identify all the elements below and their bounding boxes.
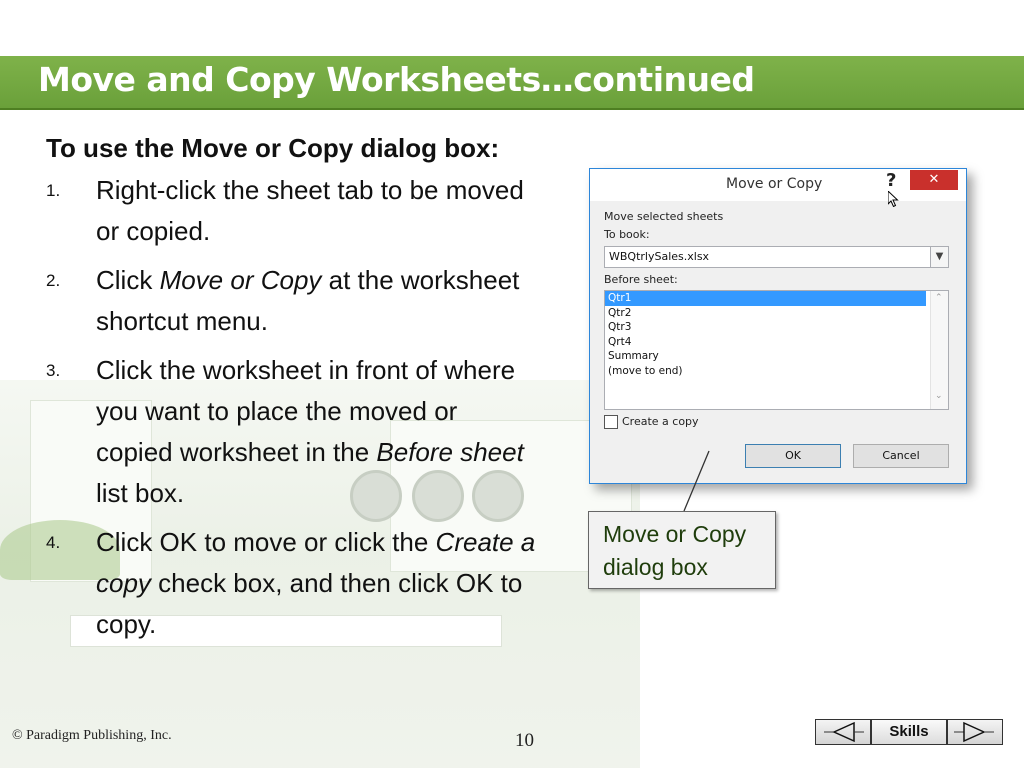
step-text: Click the worksheet in front of where yo… xyxy=(96,350,536,514)
to-book-dropdown[interactable]: WBQtrlySales.xlsx ▼ xyxy=(604,246,949,268)
step-number: 3. xyxy=(46,361,61,380)
mouse-pointer-icon xyxy=(888,191,899,207)
step-item: 4. Click OK to move or click the Create … xyxy=(46,522,536,645)
step-text-emphasis: Before sheet xyxy=(376,437,524,467)
step-number: 1. xyxy=(46,181,61,200)
previous-button[interactable] xyxy=(815,719,871,745)
skills-button[interactable]: Skills xyxy=(871,719,947,745)
chevron-down-icon[interactable]: ▼ xyxy=(930,247,948,267)
scroll-down-icon[interactable]: ⌄ xyxy=(935,391,943,401)
create-copy-label[interactable]: Create a copy xyxy=(622,415,699,428)
step-item: 1. Right-click the sheet tab to be moved… xyxy=(46,170,536,252)
step-text: Click Move or Copy at the worksheet shor… xyxy=(96,260,536,342)
step-text-part: list box. xyxy=(96,478,185,508)
cancel-button[interactable]: Cancel xyxy=(853,444,949,468)
list-item-summary[interactable]: Summary xyxy=(605,349,926,364)
slide-content: To use the Move or Copy dialog box: 1. R… xyxy=(46,128,536,653)
ok-button[interactable]: OK xyxy=(745,444,841,468)
page-number: 10 xyxy=(515,730,534,751)
list-item-qrt4[interactable]: Qrt4 xyxy=(605,335,926,350)
step-text-part: check box, and then click OK to copy. xyxy=(96,568,523,639)
list-item-move-to-end[interactable]: (move to end) xyxy=(605,364,926,379)
triangle-right-icon xyxy=(954,721,994,743)
next-button[interactable] xyxy=(947,719,1003,745)
move-selected-label: Move selected sheets xyxy=(604,210,724,223)
list-item-qtr3[interactable]: Qtr3 xyxy=(605,320,926,335)
help-button[interactable]: ? xyxy=(886,170,896,191)
before-sheet-listbox[interactable]: Qtr1 Qtr2 Qtr3 Qrt4 Summary (move to end… xyxy=(604,290,949,410)
to-book-value: WBQtrlySales.xlsx xyxy=(609,250,710,263)
slide-title: Move and Copy Worksheets…continued xyxy=(38,60,755,99)
list-item-qtr2[interactable]: Qtr2 xyxy=(605,306,926,321)
step-text-part: Click OK to move or click the xyxy=(96,527,436,557)
step-text-part: Click xyxy=(96,265,160,295)
scroll-up-icon[interactable]: ⌃ xyxy=(935,293,943,303)
dialog-title: Move or Copy xyxy=(726,176,823,192)
step-text: Click OK to move or click the Create a c… xyxy=(96,522,536,645)
step-item: 3. Click the worksheet in front of where… xyxy=(46,350,536,514)
before-sheet-label: Before sheet: xyxy=(604,273,678,286)
close-button[interactable]: ✕ xyxy=(910,170,958,190)
step-number: 4. xyxy=(46,533,61,552)
slide-navigation: Skills xyxy=(815,719,1003,745)
create-copy-checkbox[interactable] xyxy=(604,415,618,429)
intro-text: To use the Move or Copy dialog box: xyxy=(46,133,500,163)
triangle-left-icon xyxy=(824,721,864,743)
step-number: 2. xyxy=(46,271,61,290)
callout-text: Move or Copy dialog box xyxy=(603,521,747,580)
step-text: Right-click the sheet tab to be moved or… xyxy=(96,175,524,246)
step-text-emphasis: Move or Copy xyxy=(159,265,322,295)
to-book-label: To book: xyxy=(604,228,650,241)
listbox-scrollbar[interactable]: ⌃ ⌄ xyxy=(930,291,948,409)
move-or-copy-dialog: Move or Copy ? ✕ Move selected sheets To… xyxy=(589,168,967,484)
list-item-qtr1[interactable]: Qtr1 xyxy=(605,291,926,306)
callout-box: Move or Copy dialog box xyxy=(588,511,776,589)
step-item: 2. Click Move or Copy at the worksheet s… xyxy=(46,260,536,342)
copyright-text: © Paradigm Publishing, Inc. xyxy=(12,728,172,743)
dialog-title-bar: Move or Copy ? ✕ xyxy=(590,169,966,207)
